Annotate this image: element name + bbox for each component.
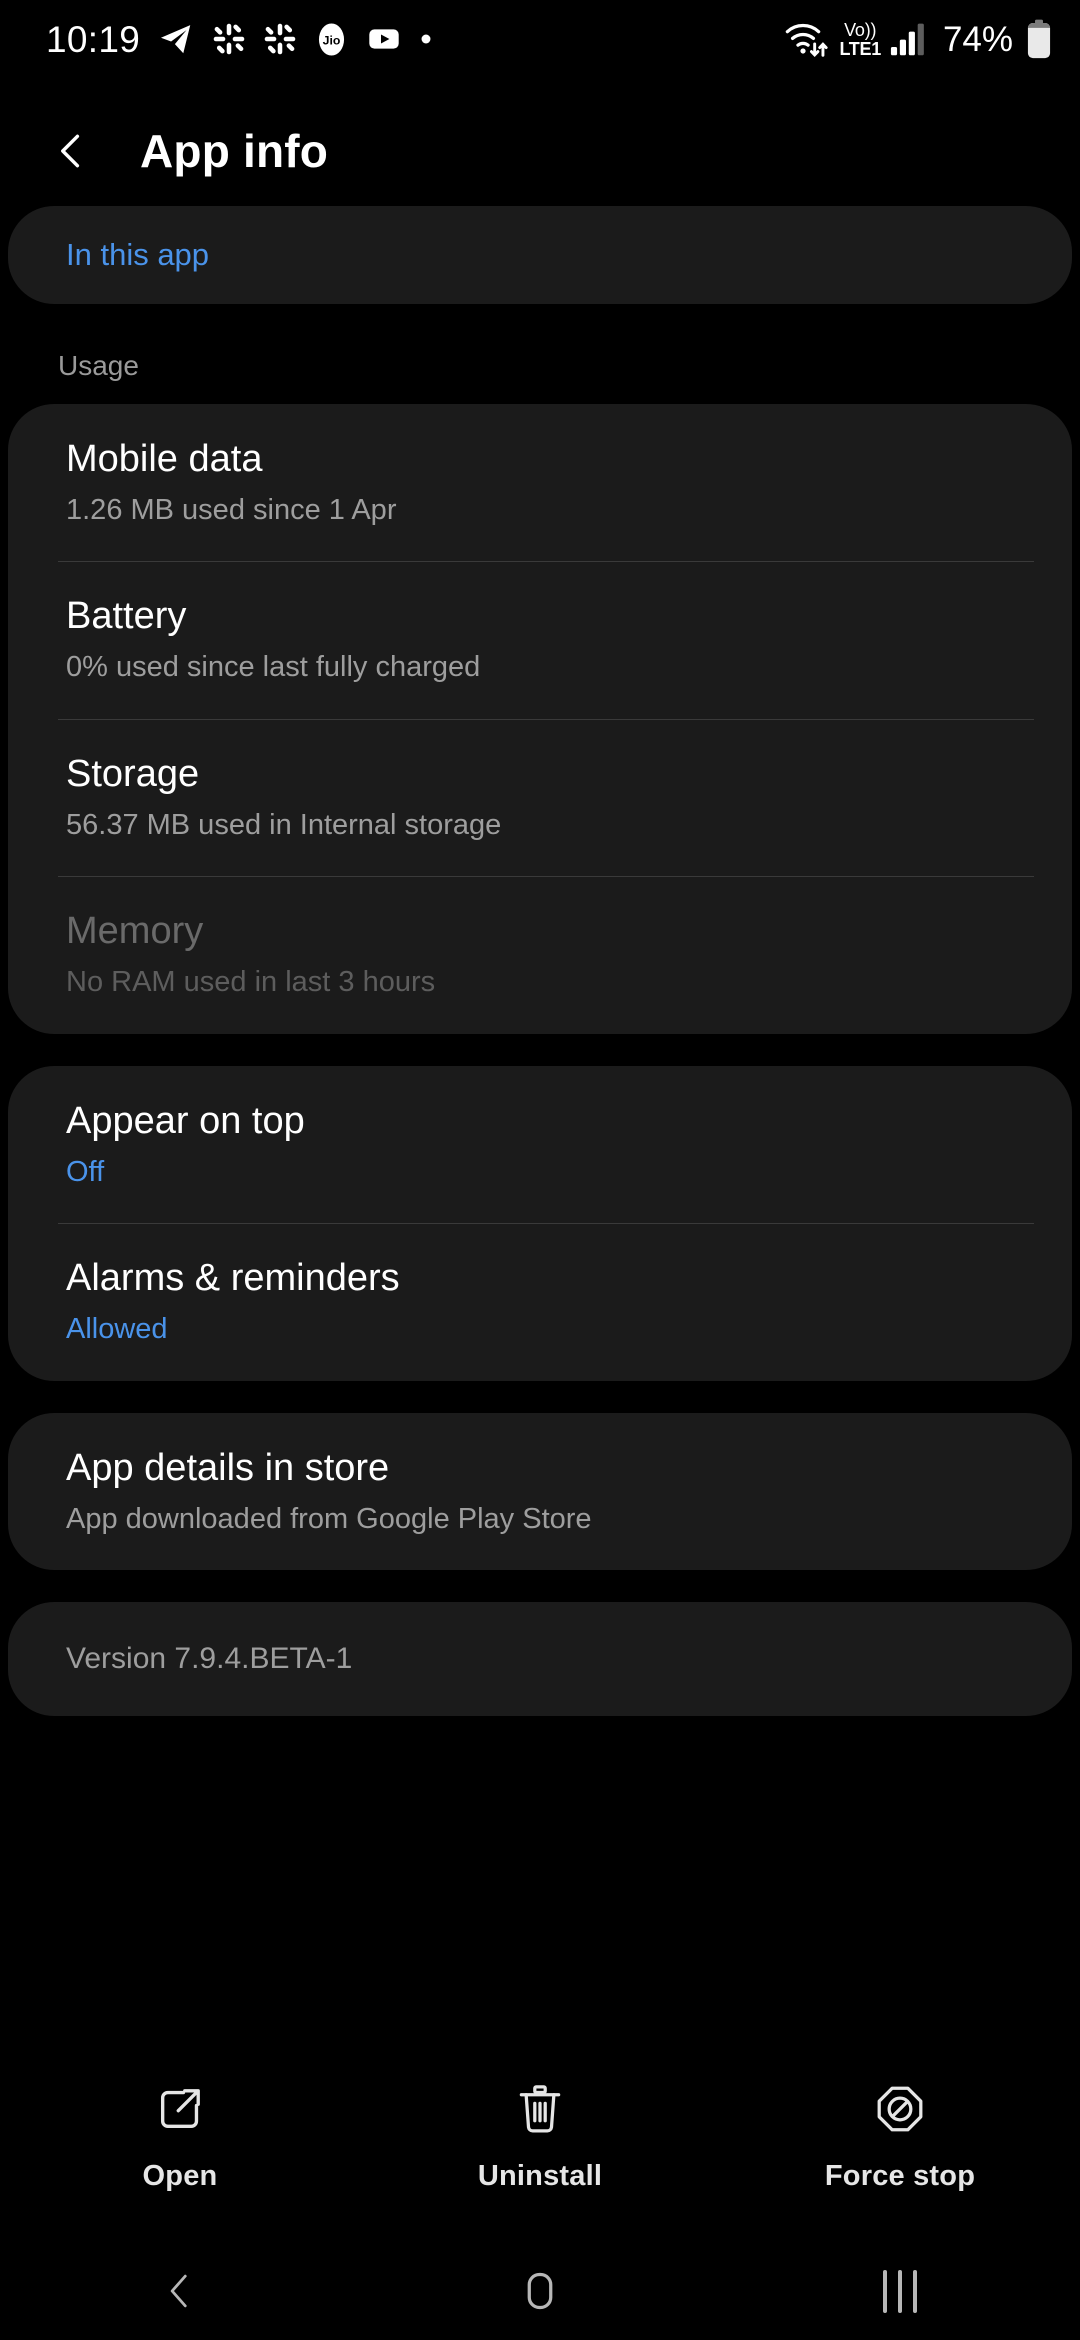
uninstall-label: Uninstall [477, 2160, 603, 2192]
row-title: App details in store [66, 1446, 390, 1489]
open-label: Open [142, 2160, 218, 2192]
row-subtitle: 1.26 MB used since 1 Apr [66, 493, 397, 526]
jio-icon: Jio [319, 22, 345, 56]
row-subtitle: No RAM used in last 3 hours [66, 966, 436, 999]
usage-row-memory: Memory No RAM used in last 3 hours [8, 876, 1072, 1033]
row-title: Memory [66, 910, 204, 953]
usage-row-storage[interactable]: Storage 56.37 MB used in Internal storag… [8, 718, 1072, 876]
page-title: App info [140, 125, 329, 177]
wifi-data-transfer-icon [786, 23, 829, 58]
row-title: Battery [66, 595, 187, 638]
app-details-store-row[interactable]: App details in store App downloaded from… [8, 1413, 1072, 1570]
slack-icon [213, 23, 245, 55]
status-bar-left: 10:19 Jio [46, 20, 433, 58]
row-subtitle: App downloaded from Google Play Store [66, 1502, 592, 1535]
row-status-value: Off [66, 1155, 105, 1188]
back-chevron-icon[interactable] [44, 124, 98, 178]
usage-row-mobile-data[interactable]: Mobile data 1.26 MB used since 1 Apr [8, 404, 1072, 561]
recents-bar-1 [883, 2269, 887, 2313]
force-stop-icon [874, 2080, 926, 2138]
status-bar-clock: 10:19 [46, 18, 141, 60]
permission-row-alarms-reminders[interactable]: Alarms & reminders Allowed [8, 1223, 1072, 1380]
bottom-action-bar: Open Uninstall Force stop [0, 2074, 1080, 2242]
app-info-screen: 10:19 Jio Vo)) LTE1 74% App info In this… [0, 0, 1080, 2340]
nav-home-icon[interactable] [440, 2242, 640, 2340]
uninstall-button[interactable]: Uninstall [410, 2074, 670, 2193]
nav-recents-icon[interactable] [800, 2242, 1000, 2340]
youtube-icon [369, 29, 399, 49]
usage-row-battery[interactable]: Battery 0% used since last fully charged [8, 561, 1072, 718]
volte-top-label: Vo)) [844, 19, 877, 40]
trash-icon [514, 2080, 566, 2138]
status-bar-right: Vo)) LTE1 74% [784, 19, 1052, 59]
force-stop-label: Force stop [824, 2160, 976, 2192]
version-card: Version 7.9.4.BETA-1 [8, 1602, 1072, 1717]
row-status-value: Allowed [66, 1313, 168, 1346]
status-bar: 10:19 Jio Vo)) LTE1 74% [0, 0, 1080, 78]
usage-card: Mobile data 1.26 MB used since 1 Apr Bat… [8, 404, 1072, 1034]
cellular-signal-icon [890, 23, 924, 56]
row-subtitle: 0% used since last fully charged [66, 651, 481, 684]
in-this-app-card[interactable]: In this app [8, 206, 1072, 304]
svg-text:Jio: Jio [323, 33, 341, 47]
row-title: Storage [66, 752, 200, 795]
volte-bottom-label: LTE1 [839, 38, 881, 59]
open-external-icon [154, 2080, 206, 2138]
slack-icon-2 [264, 23, 296, 55]
volte-indicator: Vo)) LTE1 [839, 19, 881, 59]
row-title: Appear on top [66, 1099, 305, 1142]
system-navigation-bar [0, 2242, 1080, 2340]
row-subtitle: 56.37 MB used in Internal storage [66, 808, 502, 841]
usage-section-label: Usage [58, 350, 139, 381]
version-label: Version 7.9.4.BETA-1 [66, 1642, 353, 1676]
in-this-app-link[interactable]: In this app [66, 237, 209, 273]
row-title: Mobile data [66, 438, 263, 480]
nav-back-icon[interactable] [80, 2242, 280, 2340]
open-button[interactable]: Open [50, 2074, 310, 2193]
row-title: Alarms & reminders [66, 1257, 400, 1300]
recents-bar-3 [913, 2269, 917, 2313]
more-notifications-dot-icon [421, 34, 431, 44]
recents-bar-2 [898, 2269, 902, 2313]
force-stop-button[interactable]: Force stop [770, 2074, 1030, 2193]
app-details-store-card[interactable]: App details in store App downloaded from… [8, 1412, 1072, 1571]
recents-bars [883, 2269, 917, 2313]
battery-percent-label: 74% [942, 19, 1013, 59]
telegram-icon [161, 25, 191, 54]
permissions-card: Appear on top Off Alarms & reminders All… [8, 1065, 1072, 1381]
settings-scroll-content[interactable]: In this app Usage Mobile data 1.26 MB us… [0, 206, 1080, 1717]
app-bar: App info [0, 96, 1080, 206]
battery-icon [1027, 19, 1051, 59]
permission-row-appear-on-top[interactable]: Appear on top Off [8, 1066, 1072, 1223]
